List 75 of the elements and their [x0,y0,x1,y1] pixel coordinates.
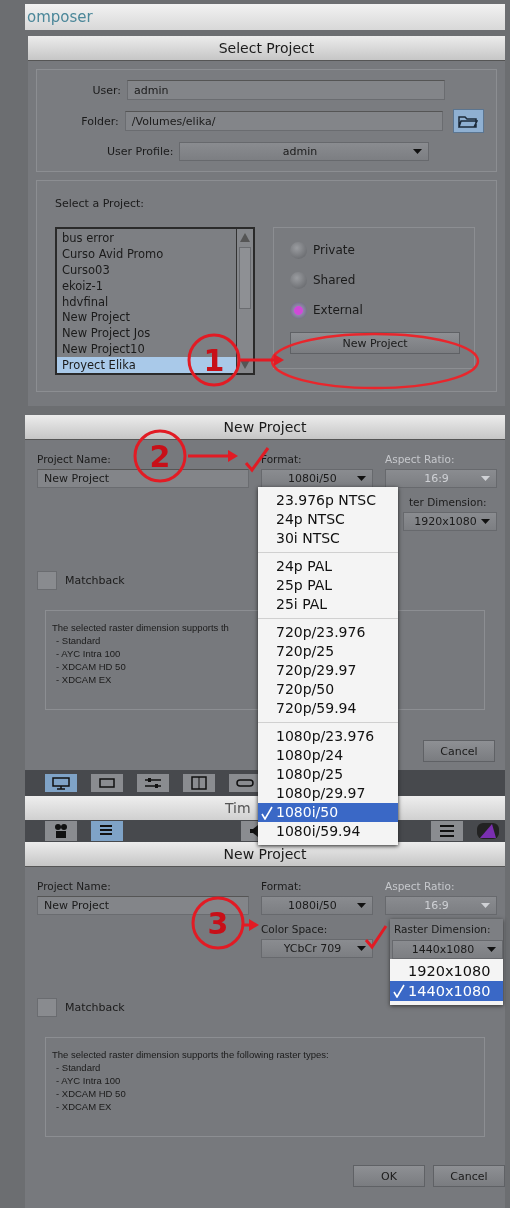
field-label: Format: [261,453,302,467]
field-label: Color Space: [261,923,328,937]
project-list-item[interactable]: New Project [57,309,236,326]
project-list-item[interactable]: hdvfinal [57,293,236,310]
checkbox-label: Matchback [65,574,125,587]
menu-item[interactable]: 23.976p NTSC [258,491,398,510]
checkbox-label: Matchback [65,1001,125,1014]
field-label: Aspect Ratio: [385,453,455,467]
info-text: - Standard [55,634,101,647]
field-label: ter Dimension: [408,496,487,510]
field-label: User: [91,83,121,97]
menu-item[interactable]: 720p/23.976 [258,623,398,642]
menu-item[interactable]: 720p/50 [258,680,398,699]
menu-item[interactable]: 25p PAL [258,576,398,595]
radio-label: External [313,303,363,317]
dialog-title: New Project [223,419,307,435]
field-label: Project Name: [37,880,111,894]
project-list-item[interactable]: bus error [57,230,236,246]
field-label: Folder: [80,114,119,128]
info-text: - XDCAM HD 50 [55,1087,126,1100]
info-text: - Standard [55,1061,101,1074]
dialog-title: Select Project [218,40,315,56]
dropdown[interactable]: 1440x1080 [392,940,503,959]
menu-item[interactable]: 1080i/59.94 [258,822,398,841]
info-text: - XDCAM EX [55,673,112,686]
text-field[interactable]: /Volumes/elika/ [124,111,443,131]
menu-item[interactable]: 24p PAL [258,557,398,576]
menu-item[interactable]: 1080p/29.97 [258,784,398,803]
dialog-button[interactable]: Cancel [423,740,495,762]
list-label: Select a Project: [55,197,145,210]
menu-item[interactable]: 1920x1080 [390,961,503,981]
project-list-item[interactable]: Curso03 [57,261,236,278]
field-label: Format: [261,880,302,894]
menu-item[interactable]: 25i PAL [258,595,398,614]
text-field[interactable]: New Project [37,469,249,488]
dropdown[interactable]: 1080i/50 [261,896,373,915]
menu-item[interactable]: 1440x1080 [390,981,503,1001]
window-title: Tim [225,800,251,816]
radio-label: Private [313,243,355,257]
info-text: The selected raster dimension supports the following raster types: [52,1048,329,1061]
field-label: Raster Dimension: [393,923,491,937]
dropdown[interactable]: YCbCr 709 [261,939,373,958]
info-text: - XDCAM EX [55,1100,112,1113]
info-text: - XDCAM HD 50 [55,660,126,673]
menu-item[interactable]: 1080p/23.976 [258,727,398,746]
field-label: Project Name: [37,453,111,467]
dialog-title: New Project [223,846,307,862]
step-badge: 2 [133,429,187,483]
dialog-button[interactable]: Cancel [433,1165,505,1187]
menu-item[interactable]: 24p NTSC [258,510,398,529]
field-label: Aspect Ratio: [385,880,455,894]
radio-button[interactable]: Shared [290,270,474,290]
info-text: The selected raster dimension supports th [52,621,229,634]
menu-item[interactable]: 30i NTSC [258,529,398,548]
info-text: - AYC Intra 100 [55,647,121,660]
dialog-button[interactable]: OK [353,1165,425,1187]
step-badge: 1 [187,333,241,387]
project-list-item[interactable]: ekoiz-1 [57,277,236,294]
radio-button[interactable]: External [290,300,474,320]
step-badge: 3 [191,896,245,950]
radio-button[interactable]: Private [290,240,474,260]
project-list-item[interactable]: Curso Avid Promo [57,245,236,262]
dropdown[interactable]: 1920x1080 [403,512,497,531]
dropdown[interactable]: admin [179,142,430,161]
field-label: User Profile: [107,145,174,158]
menu-item[interactable]: 1080p/24 [258,746,398,765]
menu-item[interactable]: 720p/59.94 [258,699,398,718]
menu-item[interactable]: 720p/25 [258,642,398,661]
menu-item[interactable]: 720p/29.97 [258,661,398,680]
info-text: - AYC Intra 100 [55,1074,121,1087]
text-field[interactable]: admin [127,80,445,100]
menu-item[interactable]: 1080p/25 [258,765,398,784]
menu-item[interactable]: 1080i/50 [258,803,398,822]
radio-label: Shared [313,273,356,287]
app-title: omposer [26,8,93,26]
